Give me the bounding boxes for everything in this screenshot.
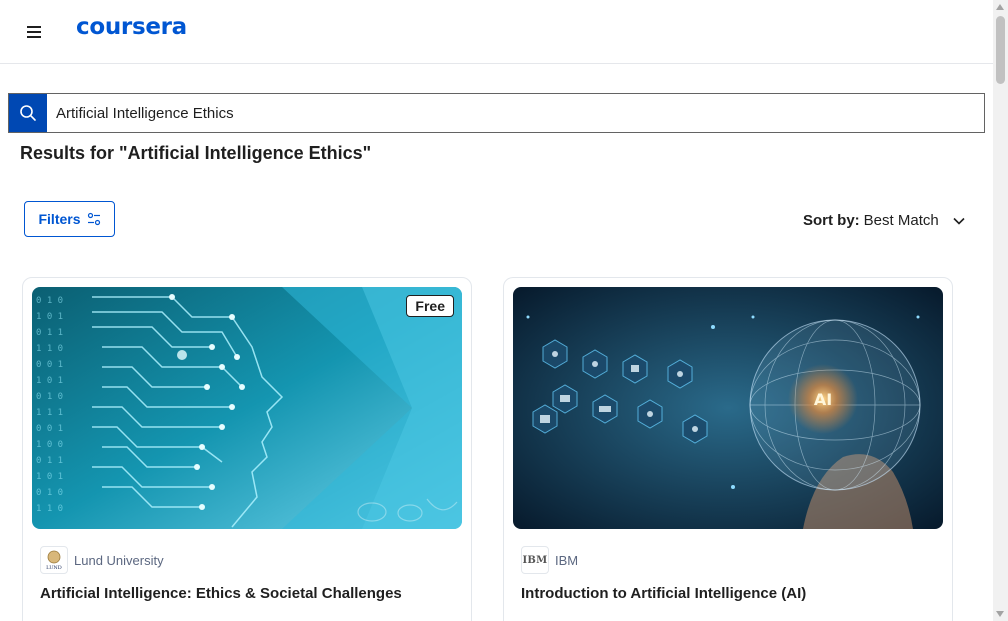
svg-text:1 1 1: 1 1 1 [36, 408, 63, 418]
partner-info: LUND Lund University [40, 546, 164, 574]
svg-text:1 0 1: 1 0 1 [36, 472, 63, 482]
svg-text:AI: AI [814, 390, 832, 409]
hamburger-menu-icon[interactable] [22, 20, 46, 44]
top-header: coursera [0, 0, 993, 64]
course-thumbnail-ai-circuit-face[interactable]: 0 1 0 1 0 1 0 1 1 1 1 0 0 0 1 1 0 1 0 1 0 1 1… [32, 287, 462, 529]
search-button[interactable] [9, 94, 47, 132]
course-thumbnail-ai-globe[interactable]: AI [513, 287, 943, 529]
circuit-face-image: 0 1 0 1 0 1 0 1 1 1 1 0 0 0 1 1 0 1 0 1 0 1 1… [32, 287, 462, 529]
svg-text:0 0 1: 0 0 1 [36, 360, 63, 370]
svg-text:1 1 0: 1 1 0 [36, 504, 63, 514]
svg-text:0 1 1: 0 1 1 [36, 328, 63, 338]
sliders-icon [87, 212, 100, 226]
partner-name[interactable]: Lund University [74, 553, 164, 568]
ibm-logo: IBM [521, 546, 549, 574]
svg-text:1 1 0: 1 1 0 [36, 344, 63, 354]
results-title: Results for "Artificial Intelligence Eth… [20, 143, 372, 163]
svg-text:0 1 1: 0 1 1 [36, 456, 63, 466]
ai-globe-image: AI [513, 287, 943, 529]
chevron-down-icon [953, 217, 965, 225]
scroll-down-arrow-icon[interactable] [996, 611, 1004, 617]
svg-text:1 0 0: 1 0 0 [36, 440, 63, 450]
svg-text:0 1 0: 0 1 0 [36, 488, 63, 498]
svg-text:0 0 1: 0 0 1 [36, 424, 63, 434]
free-badge: Free [406, 295, 454, 317]
ibm-logo-text: IBM [522, 554, 548, 566]
course-card[interactable]: AI IBM IBM Introduction to Artificial In… [503, 277, 953, 621]
menu-line-middle [27, 31, 41, 33]
lund-university-logo: LUND [40, 546, 68, 574]
sort-value: Best Match [863, 212, 939, 229]
filters-button[interactable]: Filters [24, 201, 115, 237]
menu-line-bottom [27, 36, 41, 38]
svg-text:LUND: LUND [46, 565, 62, 571]
svg-text:0 1 0: 0 1 0 [36, 296, 63, 306]
course-title[interactable]: Artificial Intelligence: Ethics & Societ… [40, 585, 402, 602]
lund-seal-icon: LUND [46, 550, 62, 571]
partner-name[interactable]: IBM [555, 553, 578, 568]
scroll-thumb[interactable] [996, 16, 1005, 84]
search-input[interactable] [47, 94, 984, 132]
sort-dropdown[interactable]: Sort by: Best Match [803, 212, 965, 229]
menu-line-top [27, 26, 41, 28]
course-title[interactable]: Introduction to Artificial Intelligence … [521, 585, 806, 602]
svg-text:1 0 1: 1 0 1 [36, 376, 63, 386]
search-icon [20, 105, 36, 121]
page-scrollbar[interactable] [993, 0, 1008, 621]
course-card[interactable]: 0 1 0 1 0 1 0 1 1 1 1 0 0 0 1 1 0 1 0 1 0 1 1… [22, 277, 472, 621]
filters-label: Filters [38, 211, 81, 227]
partner-info: IBM IBM [521, 546, 578, 574]
svg-text:0 1 0: 0 1 0 [36, 392, 63, 402]
sort-label: Sort by: [803, 212, 860, 229]
search-bar [8, 93, 985, 133]
coursera-logo[interactable]: coursera [76, 14, 187, 40]
scroll-up-arrow-icon[interactable] [996, 4, 1004, 10]
svg-text:1 0 1: 1 0 1 [36, 312, 63, 322]
